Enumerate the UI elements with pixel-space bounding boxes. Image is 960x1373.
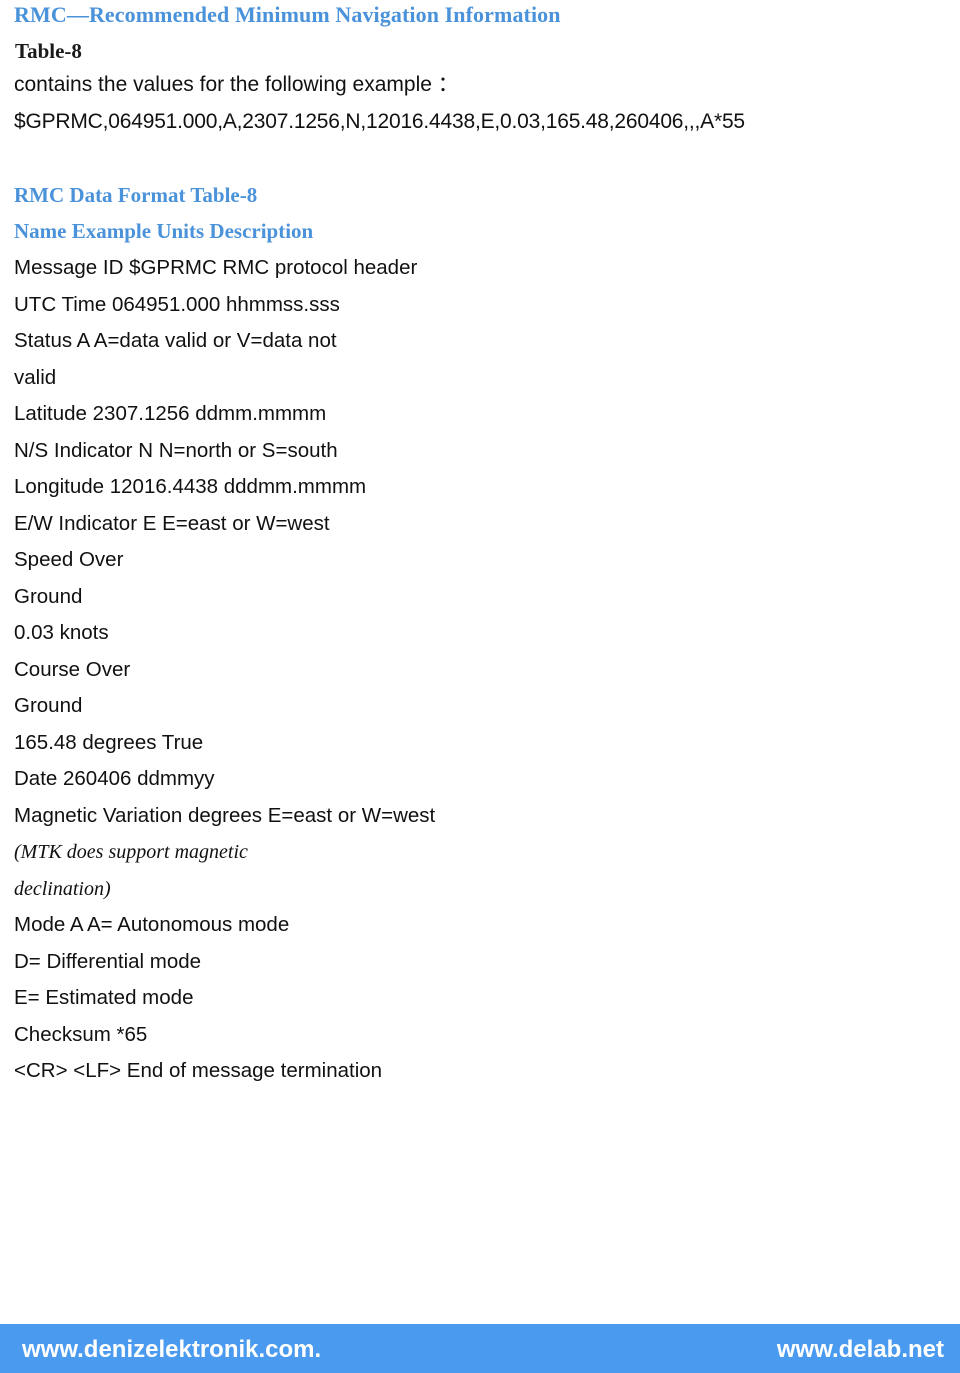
footer-bar: www.denizelektronik.com. www.delab.net	[0, 1324, 960, 1373]
table-row: Checksum *65	[14, 1022, 148, 1046]
intro-text: contains the values for the following ex…	[14, 73, 459, 96]
table-row: Ground	[14, 694, 83, 717]
table-row: valid	[14, 365, 57, 389]
table-row: Status A A=data valid or V=data not	[14, 329, 337, 352]
table-row: Ground	[14, 584, 83, 608]
table-row: N/S Indicator N N=north or S=south	[14, 438, 338, 462]
table-row: declination)	[14, 877, 111, 900]
page-title: RMC—Recommended Minimum Navigation Infor…	[14, 2, 561, 27]
table-row: UTC Time 064951.000 hhmmss.sss	[14, 292, 340, 316]
table-row: <CR> <LF> End of message termination	[14, 1059, 383, 1082]
table-row: Date 260406 ddmmyy	[14, 767, 215, 790]
table-row: 0.03 knots	[14, 621, 109, 644]
example-nmea-sentence: $GPRMC,064951.000,A,2307.1256,N,12016.44…	[14, 110, 745, 133]
table-row: Speed Over	[14, 548, 124, 571]
section-heading: RMC Data Format Table-8	[14, 183, 258, 207]
document-page: RMC—Recommended Minimum Navigation Infor…	[0, 0, 960, 1373]
table-row: (MTK does support magnetic	[14, 841, 248, 863]
table-row: 165.48 degrees True	[14, 730, 204, 754]
table-row: E= Estimated mode	[14, 986, 194, 1009]
footer-link-delab[interactable]: www.delab.net	[777, 1336, 944, 1364]
table-row: Mode A A= Autonomous mode	[14, 913, 290, 936]
table-row: E/W Indicator E E=east or W=west	[14, 511, 330, 535]
table-column-headers: Name Example Units Description	[14, 219, 314, 243]
table-label: Table-8	[15, 39, 82, 63]
table-row: Course Over	[14, 657, 131, 681]
table-row: Magnetic Variation degrees E=east or W=w…	[14, 803, 436, 827]
table-row: Message ID $GPRMC RMC protocol header	[14, 256, 418, 279]
table-row: Longitude 12016.4438 dddmm.mmmm	[14, 475, 367, 498]
footer-link-denizelektronik[interactable]: www.denizelektronik.com.	[22, 1336, 321, 1364]
table-row: Latitude 2307.1256 ddmm.mmmm	[14, 402, 327, 425]
table-row: D= Differential mode	[14, 949, 202, 973]
